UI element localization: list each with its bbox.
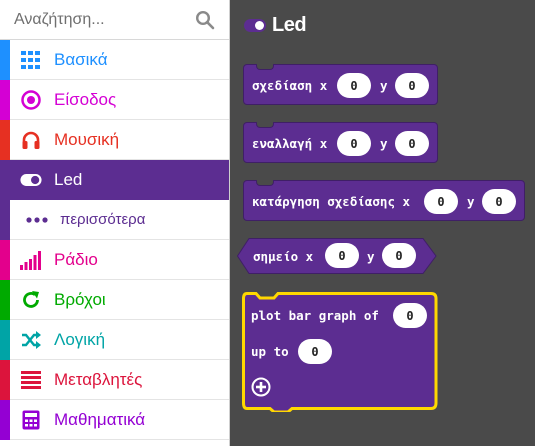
block-notch [256,64,274,70]
refresh-icon [20,290,42,310]
toggle-icon [20,170,42,190]
toolbox-search [0,0,229,40]
block-notch [256,122,274,128]
category-basic[interactable]: Βασικά [0,40,229,80]
category-label: Μαθηματικά [54,410,146,429]
category-label: Led [54,170,83,189]
category-logic[interactable]: Λογική [0,320,229,360]
workspace[interactable]: Led σχεδίαση x 0 y 0 εναλλαγή x 0 y 0 κα… [230,0,535,446]
block-point[interactable]: σημείο x 0 y 0 [237,238,437,274]
block-label: εναλλαγή x [252,136,328,151]
up-to-slot[interactable]: 0 [298,339,332,364]
block-label: κατάργηση σχεδίασης x [252,194,411,209]
category-label: Μεταβλητές [54,370,143,389]
category-music[interactable]: Μουσική [0,120,229,160]
value-slot[interactable]: 0 [393,303,427,328]
category-led[interactable]: Led [0,160,229,200]
block-toggle[interactable]: εναλλαγή x 0 y 0 [243,122,438,163]
y-label: y [380,136,388,151]
category-color-bar [0,80,10,120]
category-label: Ράδιο [54,250,98,269]
up-to-label: up to [251,344,289,359]
more-dots-icon [26,210,48,230]
block-plot[interactable]: σχεδίαση x 0 y 0 [243,64,438,105]
block-label: σχεδίαση x [252,78,328,93]
x-value-slot[interactable]: 0 [424,189,458,214]
category-color-bar [0,320,10,360]
category-color-bar [0,120,10,160]
block-unplot[interactable]: κατάργηση σχεδίασης x 0 y 0 [243,180,525,221]
grid-icon [20,50,42,70]
category-label: περισσότερα [60,211,146,228]
input-circle-icon [20,90,42,110]
add-parameter-icon[interactable] [251,377,271,397]
signal-bars-icon [20,250,42,270]
calculator-icon [20,410,42,430]
category-label: Βρόχοι [54,290,106,309]
category-color-bar [0,360,10,400]
category-color-bar [0,200,10,240]
y-value-slot[interactable]: 0 [395,73,429,98]
y-value-slot[interactable]: 0 [482,189,516,214]
y-label: y [367,249,375,264]
category-math[interactable]: Μαθηματικά [0,400,229,440]
category-color-bar [0,240,10,280]
x-value-slot[interactable]: 0 [325,243,359,268]
category-color-bar [0,280,10,320]
y-value-slot[interactable]: 0 [382,243,416,268]
category-color-bar [0,40,10,80]
block-label: plot bar graph of [251,308,379,323]
y-label: y [467,194,475,209]
category-variables[interactable]: Μεταβλητές [0,360,229,400]
category-label: Είσοδος [54,90,117,109]
y-value-slot[interactable]: 0 [395,131,429,156]
y-label: y [380,78,388,93]
block-notch [256,180,274,186]
toggle-icon [244,18,266,32]
search-input[interactable] [0,0,195,39]
category-led-more[interactable]: περισσότερα [0,200,229,240]
search-icon[interactable] [195,10,215,30]
list-icon [20,370,42,390]
shuffle-icon [20,330,42,350]
category-color-bar [0,400,10,440]
category-loops[interactable]: Βρόχοι [0,280,229,320]
category-radio[interactable]: Ράδιο [0,240,229,280]
x-value-slot[interactable]: 0 [337,131,371,156]
headphones-icon [20,130,42,150]
category-label: Μουσική [54,130,120,149]
block-plot-bar-graph[interactable]: plot bar graph of 0 up to 0 [242,292,438,412]
flyout-heading: Led [244,12,307,38]
category-input[interactable]: Είσοδος [0,80,229,120]
toolbox: Βασικά Είσοδος Μουσική [0,0,230,446]
block-label: σημείο x [253,249,314,264]
flyout-title: Led [272,13,307,36]
category-label: Βασικά [54,50,108,69]
category-label: Λογική [54,330,106,349]
x-value-slot[interactable]: 0 [337,73,371,98]
